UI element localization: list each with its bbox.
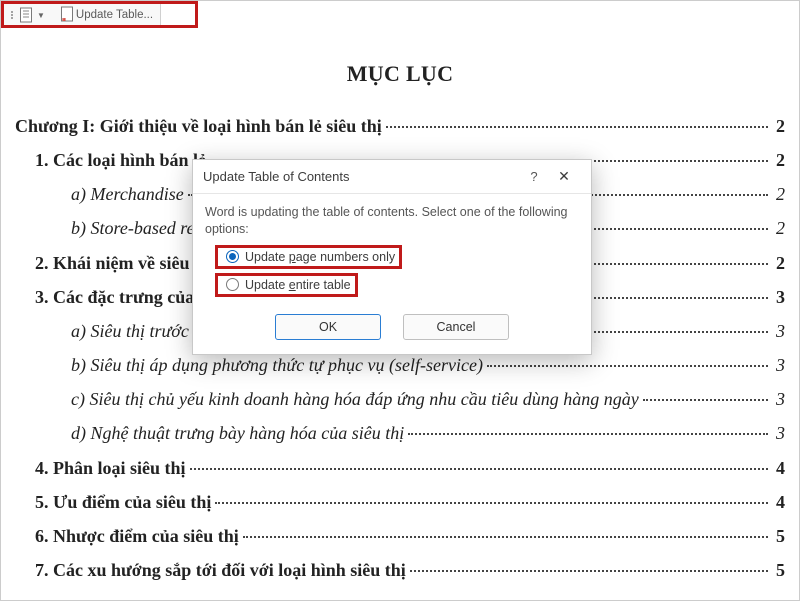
toc-page-number: 2 bbox=[772, 246, 785, 280]
radio-selected-icon bbox=[226, 250, 239, 263]
page-title: MỤC LỤC bbox=[15, 53, 785, 95]
toc-leader-dots bbox=[408, 433, 768, 435]
toc-leader-dots bbox=[190, 468, 768, 470]
dialog-close-button[interactable]: ✕ bbox=[547, 168, 581, 185]
toc-entry: Chương I: Giới thiệu về loại hình bán lẻ… bbox=[15, 109, 785, 143]
page-refresh-icon: ! bbox=[60, 6, 74, 25]
toc-page-number: 4 bbox=[772, 485, 785, 519]
toc-text: 6. Nhược điểm của siêu thị bbox=[35, 519, 239, 553]
toc-leader-dots bbox=[243, 536, 768, 538]
toc-page-number: 2 bbox=[772, 177, 785, 211]
toc-text: 2. Khái niệm về siêu thị bbox=[35, 246, 215, 280]
toc-mini-toolbar: ▼ ! Update Table... bbox=[3, 3, 161, 27]
option-label: Update page numbers only bbox=[245, 250, 395, 264]
toc-entry: 7. Các xu hướng sắp tới đối với loại hìn… bbox=[15, 553, 785, 587]
toc-entry: d) Nghệ thuật trưng bày hàng hóa của siê… bbox=[15, 416, 785, 450]
toc-leader-dots bbox=[386, 126, 768, 128]
radio-unselected-icon bbox=[226, 278, 239, 291]
toc-leader-dots bbox=[215, 502, 768, 504]
toc-text: 1. Các loại hình bán lẻ bbox=[35, 143, 206, 177]
toc-leader-dots bbox=[410, 570, 768, 572]
update-toc-dialog: Update Table of Contents ? ✕ Word is upd… bbox=[192, 159, 592, 355]
ok-button[interactable]: OK bbox=[275, 314, 381, 340]
dialog-titlebar: Update Table of Contents ? ✕ bbox=[193, 160, 591, 194]
cancel-button[interactable]: Cancel bbox=[403, 314, 509, 340]
toc-text: 5. Ưu điểm của siêu thị bbox=[35, 485, 211, 519]
update-table-label: Update Table... bbox=[76, 9, 153, 21]
toc-text: d) Nghệ thuật trưng bày hàng hóa của siê… bbox=[71, 416, 404, 450]
toc-entry: 4. Phân loại siêu thị 4 bbox=[15, 451, 785, 485]
update-table-button[interactable]: ! Update Table... bbox=[57, 5, 156, 26]
toc-entry: 6. Nhược điểm của siêu thị 5 bbox=[15, 519, 785, 553]
app-window: ▼ ! Update Table... MỤC LỤC Chương I: Gi… bbox=[0, 0, 800, 601]
option-page-numbers-only[interactable]: Update page numbers only bbox=[215, 245, 402, 269]
toc-entry: 5. Ưu điểm của siêu thị 4 bbox=[15, 485, 785, 519]
svg-text:!: ! bbox=[63, 17, 64, 22]
dialog-help-button[interactable]: ? bbox=[521, 169, 547, 184]
toc-leader-dots bbox=[643, 399, 768, 401]
option-entire-table[interactable]: Update entire table bbox=[215, 273, 358, 297]
toc-page-number: 5 bbox=[772, 553, 785, 587]
dialog-title-text: Update Table of Contents bbox=[203, 169, 521, 184]
dialog-message: Word is updating the table of contents. … bbox=[205, 204, 579, 238]
toc-outline-icon[interactable] bbox=[19, 7, 33, 23]
toc-text: 7. Các xu hướng sắp tới đối với loại hìn… bbox=[35, 553, 406, 587]
option-label: Update entire table bbox=[245, 278, 351, 292]
toc-entry: c) Siêu thị chủ yếu kinh doanh hàng hóa … bbox=[15, 382, 785, 416]
toc-leader-dots bbox=[487, 365, 768, 367]
toolbar-grip-icon bbox=[8, 11, 15, 19]
toc-page-number: 3 bbox=[772, 348, 785, 382]
dialog-button-row: OK Cancel bbox=[193, 304, 591, 354]
toc-dropdown-caret-icon[interactable]: ▼ bbox=[37, 11, 45, 20]
toc-page-number: 4 bbox=[772, 451, 785, 485]
toc-text: 4. Phân loại siêu thị bbox=[35, 451, 186, 485]
toc-page-number: 5 bbox=[772, 519, 785, 553]
toc-text: a) Merchandise bbox=[71, 177, 184, 211]
toc-page-number: 2 bbox=[772, 143, 785, 177]
toc-page-number: 3 bbox=[772, 314, 785, 348]
toc-text: Chương I: Giới thiệu về loại hình bán lẻ… bbox=[15, 109, 382, 143]
toc-page-number: 2 bbox=[772, 109, 785, 143]
toc-page-number: 3 bbox=[772, 382, 785, 416]
toc-text: c) Siêu thị chủ yếu kinh doanh hàng hóa … bbox=[71, 382, 639, 416]
dialog-body: Word is updating the table of contents. … bbox=[193, 194, 591, 304]
toc-page-number: 2 bbox=[772, 211, 785, 245]
toc-page-number: 3 bbox=[772, 416, 785, 450]
toc-page-number: 3 bbox=[772, 280, 785, 314]
